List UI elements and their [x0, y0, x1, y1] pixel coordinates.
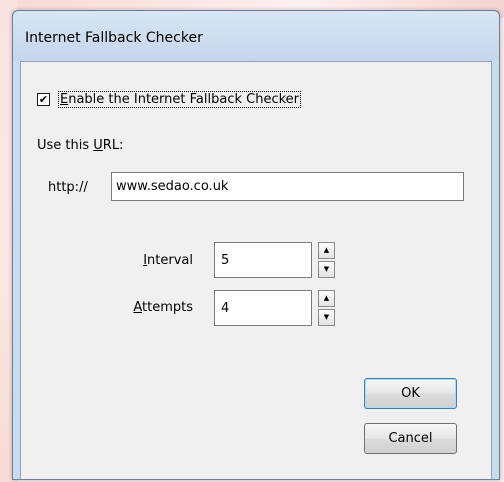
interval-label: Interval: [113, 253, 193, 268]
enable-checker-label[interactable]: Enable the Internet Fallback Checker: [58, 91, 302, 108]
enable-checker-checkbox[interactable]: ✔: [37, 93, 50, 106]
enable-checker-row[interactable]: ✔ Enable the Internet Fallback Checker: [37, 91, 302, 108]
url-label-mnemonic: U: [93, 138, 103, 153]
enable-mnemonic: E: [60, 92, 69, 107]
interval-spinner[interactable]: ▲ ▼: [318, 242, 335, 278]
url-label-suffix: RL:: [102, 138, 124, 153]
title-bar[interactable]: Internet Fallback Checker: [13, 11, 499, 61]
dialog-window: Internet Fallback Checker ✔ Enable the I…: [12, 10, 500, 480]
dialog-client-area: ✔ Enable the Internet Fallback Checker U…: [20, 61, 492, 479]
url-label: Use this URL:: [37, 138, 123, 153]
attempts-spinner[interactable]: ▲ ▼: [318, 290, 335, 326]
ok-button[interactable]: OK: [364, 378, 457, 409]
attempts-input[interactable]: 4: [214, 290, 312, 326]
url-label-prefix: Use this: [37, 138, 94, 153]
interval-label-text: nterval: [147, 253, 193, 268]
interval-input[interactable]: 5: [214, 242, 312, 278]
check-mark-icon: ✔: [38, 93, 49, 106]
attempts-label-text: ttempts: [142, 300, 193, 315]
attempts-down-arrow-icon[interactable]: ▼: [318, 309, 335, 326]
interval-up-arrow-icon[interactable]: ▲: [318, 242, 335, 259]
enable-label-text: nable the Internet Fallback Checker: [68, 92, 300, 107]
cancel-button[interactable]: Cancel: [364, 423, 457, 454]
window-title: Internet Fallback Checker: [25, 30, 203, 46]
attempts-mnemonic: A: [133, 300, 143, 315]
attempts-up-arrow-icon[interactable]: ▲: [318, 290, 335, 307]
interval-down-arrow-icon[interactable]: ▼: [318, 261, 335, 278]
url-input[interactable]: www.sedao.co.uk: [111, 172, 464, 201]
attempts-label: Attempts: [113, 300, 193, 315]
url-scheme-prefix: http://: [48, 180, 88, 195]
